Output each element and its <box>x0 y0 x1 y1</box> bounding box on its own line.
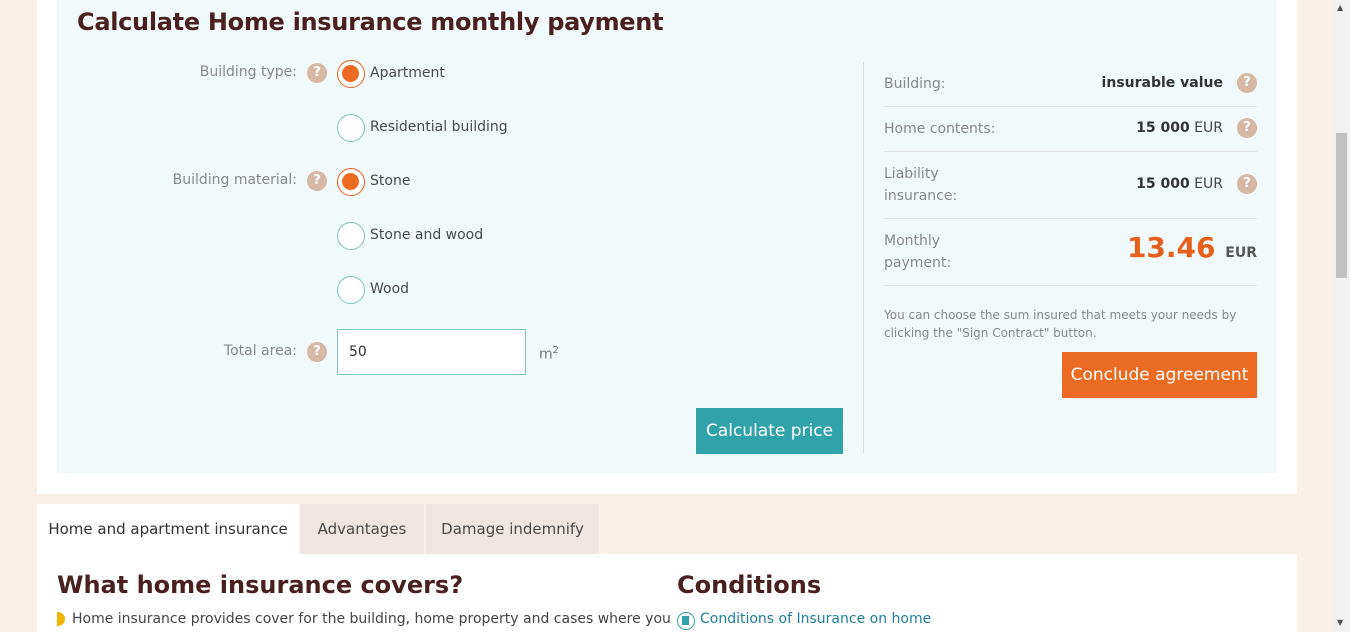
document-icon <box>677 612 695 630</box>
radio-wood[interactable] <box>337 276 365 304</box>
home-contents-help-icon[interactable]: ? <box>1237 118 1257 138</box>
building-type-help-icon[interactable]: ? <box>307 63 327 83</box>
radio-apartment-label[interactable]: Apartment <box>370 65 445 81</box>
building-type-label: Building type: <box>199 64 297 80</box>
tab-damage-indemnify[interactable]: Damage indemnify <box>426 504 599 554</box>
calculate-price-button[interactable]: Calculate price <box>696 408 843 454</box>
scroll-up-arrow-icon[interactable]: ▲ <box>1337 3 1343 12</box>
tab-home-and-apartment-insurance[interactable]: Home and apartment insurance <box>37 504 299 554</box>
radio-stone-and-wood-label[interactable]: Stone and wood <box>370 227 483 243</box>
covers-text: Home insurance provides cover for the bu… <box>72 611 671 627</box>
home-contents-currency: EUR <box>1194 120 1223 136</box>
tab-content: What home insurance covers? Home insuran… <box>37 554 1297 632</box>
conditions-link[interactable]: Conditions of Insurance on home <box>700 611 931 627</box>
vertical-divider <box>863 62 864 453</box>
monthly-payment-value: 13.46 EUR <box>1127 231 1257 264</box>
covers-heading: What home insurance covers? <box>57 571 464 599</box>
area-unit-exponent: 2 <box>552 345 560 356</box>
liability-currency: EUR <box>1194 176 1223 192</box>
calculator-title: Calculate Home insurance monthly payment <box>77 8 664 36</box>
monthly-payment-amount: 13.46 <box>1126 231 1216 264</box>
page-container: Calculate Home insurance monthly payment… <box>37 0 1297 494</box>
building-summary-help-icon[interactable]: ? <box>1237 73 1257 93</box>
radio-residential-building-label[interactable]: Residential building <box>370 119 508 135</box>
area-unit: m2 <box>539 345 559 363</box>
scrollbar-thumb[interactable] <box>1336 133 1347 278</box>
radio-wood-label[interactable]: Wood <box>370 281 409 297</box>
area-unit-base: m <box>539 346 553 363</box>
home-contents-value: 15 000 EUR <box>1136 120 1223 136</box>
conclude-agreement-button[interactable]: Conclude agreement <box>1062 352 1257 398</box>
summary-row-building: Building: insurable value ? <box>884 62 1257 107</box>
radio-apartment[interactable] <box>337 60 365 88</box>
radio-stone-label[interactable]: Stone <box>370 173 410 189</box>
building-summary-value: insurable value <box>1102 75 1223 91</box>
monthly-payment-currency: EUR <box>1225 245 1257 261</box>
home-contents-amount: 15 000 <box>1136 120 1190 136</box>
building-value-text: insurable value <box>1101 75 1223 91</box>
sum-insured-note: You can choose the sum insured that meet… <box>884 308 1237 340</box>
total-area-label: Total area: <box>223 343 297 359</box>
radio-stone[interactable] <box>337 168 365 196</box>
liability-amount: 15 000 <box>1136 176 1190 192</box>
radio-stone-and-wood[interactable] <box>337 222 365 250</box>
conditions-heading: Conditions <box>677 571 822 599</box>
scroll-down-arrow-icon[interactable]: ▼ <box>1337 618 1343 627</box>
liability-value: 15 000 EUR <box>1136 176 1223 192</box>
building-material-help-icon[interactable]: ? <box>307 171 327 191</box>
total-area-input[interactable] <box>337 329 526 375</box>
building-material-label: Building material: <box>172 172 297 188</box>
summary-row-monthly-payment: Monthly payment: 13.46 EUR <box>884 219 1257 286</box>
bullet-icon <box>57 612 65 626</box>
calculator-panel: Calculate Home insurance monthly payment… <box>57 0 1277 473</box>
total-area-help-icon[interactable]: ? <box>307 342 327 362</box>
summary-panel: Building: insurable value ? Home content… <box>884 62 1257 398</box>
tab-advantages[interactable]: Advantages <box>300 504 424 554</box>
summary-row-liability: Liability insurance: 15 000 EUR ? <box>884 152 1257 219</box>
radio-residential-building[interactable] <box>337 114 365 142</box>
summary-row-home-contents: Home contents: 15 000 EUR ? <box>884 107 1257 152</box>
liability-help-icon[interactable]: ? <box>1237 174 1257 194</box>
page-scrollbar[interactable]: ▲ ▼ <box>1333 0 1350 632</box>
